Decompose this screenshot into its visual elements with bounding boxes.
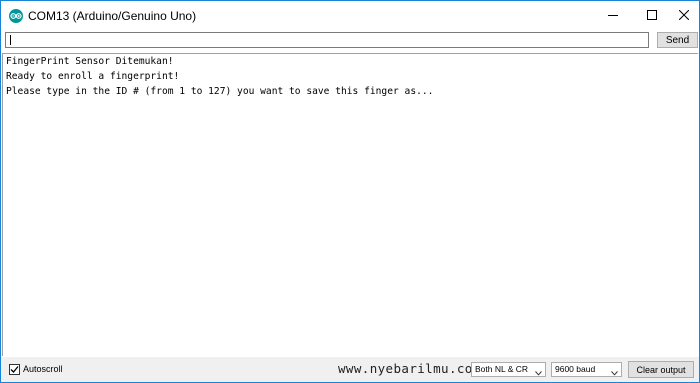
autoscroll-checkbox[interactable] (9, 364, 20, 375)
minimize-icon (608, 7, 618, 25)
baud-rate-value: 9600 baud (555, 364, 596, 374)
close-icon (678, 7, 690, 25)
chevron-down-icon (611, 367, 618, 380)
line-ending-value: Both NL & CR (475, 364, 529, 374)
output-line: Please type in the ID # (from 1 to 127) … (6, 86, 434, 97)
autoscroll-label: Autoscroll (23, 364, 63, 374)
text-caret (10, 35, 11, 45)
window-title: COM13 (Arduino/Genuino Uno) (28, 9, 197, 23)
title-bar[interactable]: COM13 (Arduino/Genuino Uno) (1, 1, 699, 31)
arduino-logo-icon (9, 9, 23, 23)
clear-output-button[interactable]: Clear output (628, 361, 694, 378)
send-row: Send (5, 32, 698, 48)
serial-input[interactable] (5, 32, 649, 48)
close-button[interactable] (661, 1, 700, 31)
baud-rate-select[interactable]: 9600 baud (551, 362, 622, 377)
serial-monitor-window: COM13 (Arduino/Genuino Uno) Send FingerP… (0, 0, 700, 383)
serial-output-area[interactable]: FingerPrint Sensor Ditemukan! Ready to e… (2, 53, 698, 356)
maximize-icon (647, 7, 657, 25)
chevron-down-icon (535, 367, 542, 380)
send-button[interactable]: Send (657, 32, 698, 48)
line-ending-select[interactable]: Both NL & CR (471, 362, 546, 377)
output-line: Ready to enroll a fingerprint! (6, 71, 180, 82)
watermark-text: www.nyebarilmu.com (338, 361, 481, 376)
status-bar: Autoscroll www.nyebarilmu.com Both NL & … (1, 357, 699, 382)
checkmark-icon (10, 361, 19, 379)
output-line: FingerPrint Sensor Ditemukan! (6, 56, 174, 67)
